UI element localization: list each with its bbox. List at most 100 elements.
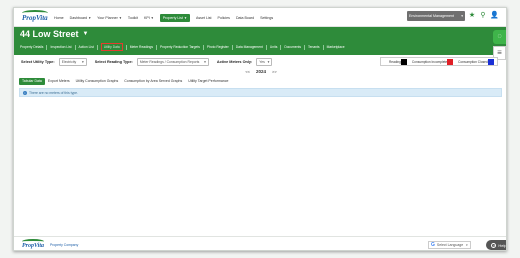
utility-type-value: Electricity (61, 60, 77, 64)
legend-item: Consumption Incomplete (412, 58, 455, 65)
current-year: 2024 (255, 68, 266, 74)
nav-item-label: KPI (144, 15, 150, 20)
property-subnav: Property Details Inspection List Action Li… (20, 43, 345, 51)
nav-item-label: Toolkit (127, 15, 138, 20)
nav-item-property-list[interactable]: Property List ▼ (159, 13, 190, 22)
chevron-down-icon: ▼ (82, 31, 89, 37)
subnav-item-marketplace[interactable]: Marketplace (327, 45, 345, 49)
header-tools: Environmental Management ▾ ★ ⚲ 👤 (407, 11, 499, 21)
language-select-label: Select Language (436, 243, 464, 247)
legend-item: Reading (389, 58, 409, 65)
google-g-icon: G (431, 242, 435, 248)
next-year-button[interactable]: >> (272, 69, 277, 74)
subnav-divider (202, 44, 204, 50)
chevron-down-icon: ▼ (150, 15, 154, 20)
active-meters-label: Active Meters Only: (216, 60, 253, 64)
reading-type-select[interactable]: Meter Readings / Consumption Reports ▾ (136, 58, 209, 66)
search-icon[interactable]: ⚲ (479, 12, 487, 20)
organisation-select-value: Environmental Management (409, 14, 454, 18)
nav-item-home[interactable]: Home (54, 16, 64, 20)
utility-tabs: Tabular Data Export Meters Utility Consump… (19, 77, 231, 85)
logo-text: PropVita (22, 14, 48, 22)
favourite-star-icon[interactable]: ★ (468, 12, 476, 20)
organisation-select[interactable]: Environmental Management ▾ (407, 11, 465, 21)
question-mark-icon: ? (491, 242, 497, 248)
legend-label: Reading (389, 59, 401, 64)
page-footer: PropVita Property Company G Select Langu… (14, 236, 507, 250)
app-window: PropVita Home Dashboard ▼ Your Planner ▼ Tool… (13, 7, 507, 251)
help-button[interactable]: ? Help (486, 240, 507, 250)
footer-logo: PropVita (22, 239, 45, 250)
subnav-divider (280, 44, 282, 50)
app-logo[interactable]: PropVita (22, 10, 48, 24)
property-title[interactable]: 44 Low Street ▼ (20, 29, 88, 39)
nav-item-data-board[interactable]: Data Board (236, 16, 254, 20)
chevron-down-icon: ▾ (204, 60, 206, 64)
subnav-divider (96, 44, 98, 50)
subnav-item-units[interactable]: Units (270, 45, 278, 49)
active-meters-select[interactable]: Yes ▾ (256, 58, 273, 66)
chevron-down-icon: ▼ (118, 15, 122, 20)
footer-logo-text: PropVita (22, 243, 45, 249)
subnav-item-inspection-list[interactable]: Inspection List (50, 45, 71, 49)
nav-item-kpi[interactable]: KPI ▼ (144, 16, 154, 20)
chevron-down-icon: ▾ (466, 243, 468, 247)
user-settings-icon[interactable]: 👤 (490, 12, 499, 20)
subnav-item-utility-data[interactable]: Utility Data (100, 43, 123, 51)
reading-type-value: Meter Readings / Consumption Reports (139, 60, 200, 64)
tab-consumption-by-area-served-graphs[interactable]: Consumption by Area Served Graphs (121, 78, 185, 85)
language-select[interactable]: G Select Language ▾ (428, 241, 471, 249)
active-meters-value: Yes (259, 60, 265, 64)
subnav-item-tenants[interactable]: Tenants (308, 45, 320, 49)
subnav-item-photo-register[interactable]: Photo Register (207, 45, 229, 49)
subnav-divider (125, 44, 127, 50)
chevron-down-icon: ▾ (267, 60, 270, 64)
subnav-item-property-reduction-targets[interactable]: Property Reduction Targets (160, 45, 200, 49)
subnav-item-action-list[interactable]: Action List (79, 45, 94, 49)
reading-type-label: Select Reading Type: (94, 60, 133, 64)
chevron-down-icon: ▼ (88, 15, 92, 20)
subnav-divider (156, 44, 157, 50)
nav-item-label: Property List (162, 15, 183, 20)
tab-tabular-data[interactable]: Tabular Data (19, 77, 45, 85)
nav-item-dashboard[interactable]: Dashboard ▼ (70, 16, 92, 20)
previous-year-button[interactable]: << (245, 69, 250, 74)
nav-item-asset-list[interactable]: Asset List (196, 16, 212, 20)
info-icon: i (23, 90, 27, 95)
nav-item-your-planner[interactable]: Your Planner ▼ (97, 16, 122, 20)
subnav-item-property-details[interactable]: Property Details (20, 45, 43, 49)
property-header: 44 Low Street ▼ Property Details Inspecti… (14, 27, 506, 55)
chevron-down-icon: ▾ (461, 14, 463, 18)
main-menu: Home Dashboard ▼ Your Planner ▼ Toolkit KPI ▼ Pr… (54, 8, 279, 27)
nav-item-policies[interactable]: Policies (218, 16, 230, 20)
tab-export-meters[interactable]: Export Meters (45, 78, 73, 85)
legend-swatch (447, 58, 454, 65)
nav-item-label: Home (54, 15, 64, 20)
property-name: 44 Low Street (20, 29, 79, 39)
nav-item-label: Dashboard (69, 15, 88, 20)
nav-item-toolkit[interactable]: Toolkit (128, 16, 138, 20)
utility-type-label: Select Utility Type: (21, 60, 55, 64)
chevron-down-icon: ▾ (82, 60, 84, 64)
subnav-divider (265, 44, 267, 50)
subnav-divider (231, 44, 233, 50)
subnav-divider (322, 44, 324, 50)
legend-swatch (487, 58, 494, 65)
subnav-item-documents[interactable]: Documents (284, 45, 301, 49)
help-label: Help (498, 242, 507, 248)
nav-item-label: Settings (260, 15, 274, 20)
chat-bubble-icon[interactable]: ◌ (493, 30, 506, 44)
subnav-item-data-management[interactable]: Data Management (236, 45, 263, 49)
subnav-divider (304, 44, 306, 50)
reading-legend: Reading Consumption Incomplete Consumption… (380, 57, 498, 66)
tab-utility-target-performance[interactable]: Utility Target Performance (185, 78, 231, 85)
legend-label: Consumption Closed (458, 59, 488, 64)
info-message: i There are no meters of this type. (19, 88, 502, 97)
nav-item-settings[interactable]: Settings (260, 16, 273, 20)
utility-type-select[interactable]: Electricity ▾ (58, 58, 87, 66)
subnav-item-meter-readings[interactable]: Meter Readings (130, 45, 153, 49)
legend-swatch (400, 58, 407, 65)
subnav-divider (74, 44, 76, 50)
tab-utility-consumption-graphs[interactable]: Utility Consumption Graphs (73, 78, 122, 85)
footer-company-link[interactable]: Property Company (50, 243, 78, 247)
